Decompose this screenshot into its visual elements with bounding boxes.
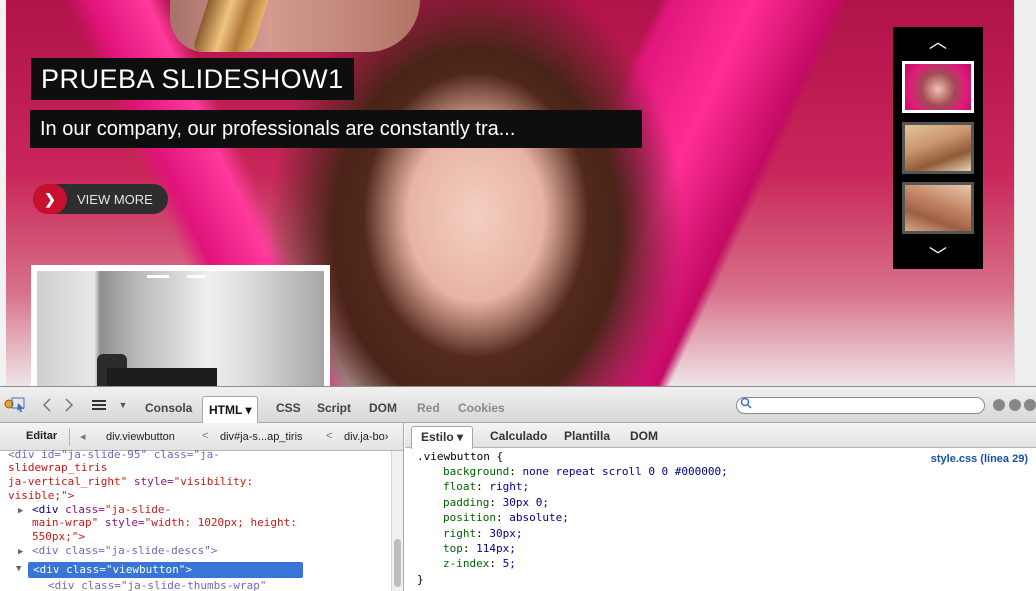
slide-description: In our company, our professionals are co… — [40, 117, 516, 140]
thumbnail-2[interactable] — [902, 122, 974, 174]
breadcrumb-scroll-left-icon[interactable]: ◂ — [80, 430, 86, 443]
tree-node[interactable]: <div class="ja-slide-descs"> — [32, 544, 217, 558]
css-selector: .viewbutton { — [417, 450, 504, 463]
tab-script[interactable]: Script — [311, 396, 357, 419]
breadcrumb-separator-icon: < — [202, 430, 209, 442]
thumbnail-3[interactable] — [902, 182, 974, 234]
breadcrumb-separator-icon: < — [326, 430, 333, 442]
office-image — [37, 271, 324, 386]
tree-node-text: visible;"> — [8, 489, 75, 502]
tree-node-text: 550px;"> — [32, 530, 85, 543]
tree-node-text: slidewrap_tiris — [8, 461, 108, 474]
css-closing-brace: } — [417, 573, 424, 586]
expand-arrow-icon[interactable]: ▶ — [18, 546, 23, 560]
tree-node-text: <div class="ja-slide-thumbs-wrap" — [48, 579, 267, 591]
devtools-toolbar: ▼ Consola HTML ▾ CSS Script DOM Red Cook… — [0, 387, 1036, 423]
style-panel: Estilo ▾ Calculado Plantilla DOM .viewbu… — [405, 423, 1036, 591]
tab-dom[interactable]: DOM — [363, 396, 403, 419]
list-icon[interactable] — [90, 396, 108, 414]
slide-title: PRUEBA SLIDESHOW1 — [41, 63, 344, 94]
tab-calculado[interactable]: Calculado — [481, 426, 556, 447]
back-arrow-icon[interactable] — [38, 396, 56, 414]
expand-arrow-icon[interactable]: ▶ — [18, 505, 23, 519]
css-source-link[interactable]: style.css (línea 29) — [931, 452, 1028, 467]
search-input[interactable] — [736, 397, 985, 414]
office-desk — [107, 368, 217, 386]
tree-node-text: main-wrap" style="width: 1020px; height: — [32, 516, 297, 529]
office-photo — [31, 265, 330, 386]
tab-css[interactable]: CSS — [270, 396, 307, 419]
ceiling-light — [187, 275, 205, 278]
css-rule[interactable]: right: 30px; — [443, 526, 523, 541]
html-tree: <div id="ja-slide-95" class="ja- slidewr… — [0, 448, 390, 591]
chevron-down-icon[interactable]: ﹀ — [893, 241, 983, 269]
minimize-icon[interactable] — [993, 399, 1005, 411]
restore-icon[interactable] — [1009, 399, 1021, 411]
ceiling-light — [147, 275, 169, 278]
html-panel: Editar ◂ div.viewbutton < div#ja-s...ap_… — [0, 423, 404, 591]
collapse-arrow-icon[interactable]: ▼ — [16, 563, 21, 577]
css-rule[interactable]: top: 114px; — [443, 541, 516, 556]
tab-consola[interactable]: Consola — [139, 396, 198, 419]
chevron-up-icon[interactable]: ︿ — [893, 27, 983, 55]
pointer-select-icon[interactable] — [10, 396, 28, 414]
search-icon — [740, 397, 752, 412]
scrollbar-thumb[interactable] — [394, 539, 401, 587]
css-rule[interactable]: padding: 30px 0; — [443, 495, 549, 510]
css-rules: .viewbutton { style.css (línea 29) backg… — [405, 448, 1036, 591]
breadcrumb-item[interactable]: div.ja-bo› — [344, 431, 388, 443]
breadcrumb-item[interactable]: div.viewbutton — [106, 431, 175, 443]
edit-button[interactable]: Editar — [14, 428, 71, 446]
tree-node[interactable]: <div class="ja-slide- — [32, 503, 171, 517]
tab-cookies[interactable]: Cookies — [452, 396, 511, 419]
tree-node-text: <div id="ja-slide-95" class="ja- — [8, 448, 220, 461]
tab-dom-side[interactable]: DOM — [621, 426, 667, 447]
close-icon[interactable] — [1024, 399, 1036, 411]
css-rule[interactable]: float: right; — [443, 479, 529, 494]
css-rule[interactable]: background: none repeat scroll 0 0 #0000… — [443, 464, 728, 479]
thumbnail-navigator: ︿ ﹀ — [893, 27, 983, 269]
forward-arrow-icon[interactable] — [60, 396, 78, 414]
tab-html[interactable]: HTML ▾ — [202, 396, 259, 423]
slide-description-box: In our company, our professionals are co… — [30, 110, 642, 148]
tree-node-text: ja-vertical_right" style="visibility: — [8, 475, 254, 488]
breadcrumb: Editar ◂ div.viewbutton < div#ja-s...ap_… — [0, 423, 403, 451]
slideshow: PRUEBA SLIDESHOW1 In our company, our pr… — [0, 0, 1036, 386]
tree-node-text: <div class="viewbutton"> — [33, 563, 192, 576]
vertical-scrollbar[interactable] — [391, 451, 403, 591]
dropdown-icon[interactable]: ▼ — [114, 396, 132, 414]
breadcrumb-item[interactable]: div#ja-s...ap_tiris — [220, 431, 303, 443]
tab-plantilla[interactable]: Plantilla — [555, 426, 619, 447]
side-panel-tabs: Estilo ▾ Calculado Plantilla DOM — [405, 423, 1036, 449]
page-edge — [1014, 0, 1036, 386]
thumbnail-1[interactable] — [902, 61, 974, 113]
view-more-button[interactable]: ❯ VIEW MORE — [33, 184, 168, 214]
view-more-label: VIEW MORE — [77, 191, 153, 207]
tab-red[interactable]: Red — [411, 396, 446, 419]
css-rule[interactable]: position: absolute; — [443, 510, 569, 525]
devtools-panel: ▼ Consola HTML ▾ CSS Script DOM Red Cook… — [0, 386, 1036, 591]
slide-title-box: PRUEBA SLIDESHOW1 — [31, 58, 354, 100]
tab-estilo[interactable]: Estilo ▾ — [411, 426, 474, 449]
css-rule[interactable]: z-index: 5; — [443, 556, 516, 571]
chevron-right-icon: ❯ — [33, 184, 67, 214]
